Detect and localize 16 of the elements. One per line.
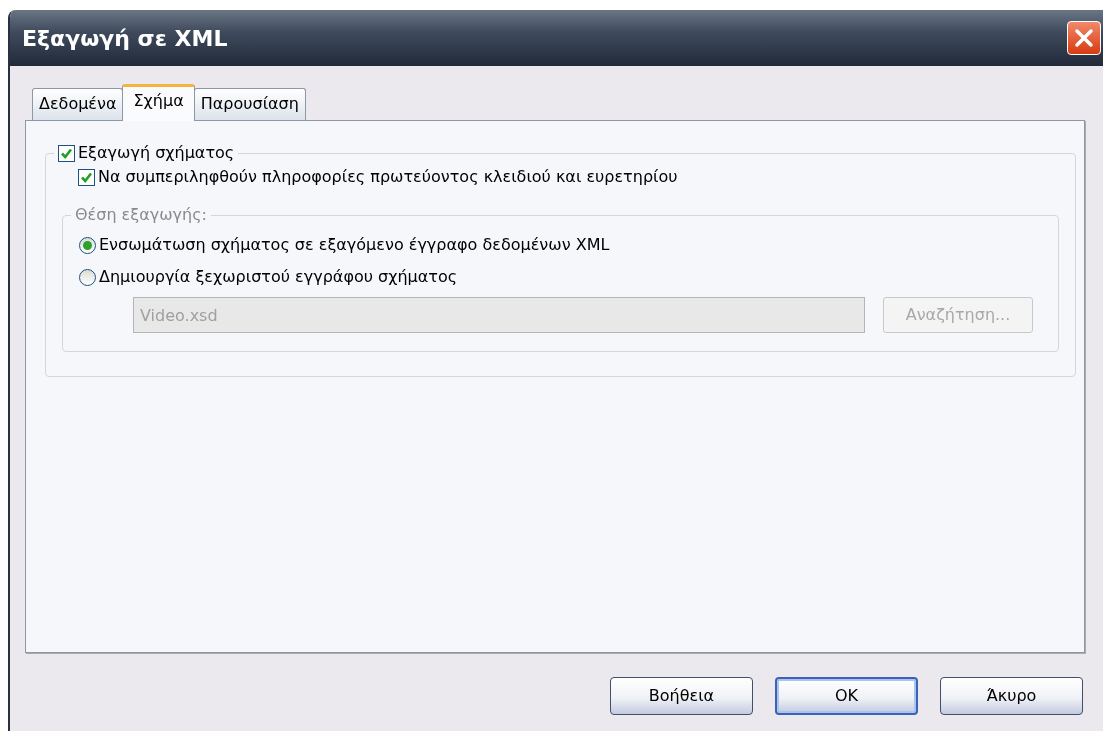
dialog-button[interactable]: Βοήθεια — [610, 677, 753, 715]
close-button[interactable] — [1067, 21, 1101, 55]
dialog-button[interactable]: Άκυρο — [940, 677, 1083, 715]
radio-label: Δημιουργία ξεχωριστού εγγράφου σχήματος — [99, 266, 458, 288]
tab[interactable]: Σχήμα — [122, 84, 195, 121]
checkbox[interactable] — [78, 168, 95, 186]
radio-label: Ενσωμάτωση σχήματος σε εξαγόμενο έγγραφο δεδομένων XML — [99, 234, 610, 256]
dialog-button[interactable]: OK — [775, 677, 918, 715]
checkbox[interactable] — [58, 144, 75, 162]
checkbox-label: Να συμπεριληφθούν πληροφορίες πρωτεύοντος κλειδιού και ευρετηρίου — [98, 166, 678, 188]
tab[interactable]: Δεδομένα — [32, 88, 124, 120]
checkbox-label: Εξαγωγή σχήματος — [78, 142, 235, 164]
close-icon — [1074, 28, 1094, 48]
tab[interactable]: Παρουσίαση — [193, 88, 306, 120]
group-label: Θέση εξαγωγής: — [74, 204, 208, 226]
window-title: Εξαγωγή σε XML — [22, 24, 228, 53]
